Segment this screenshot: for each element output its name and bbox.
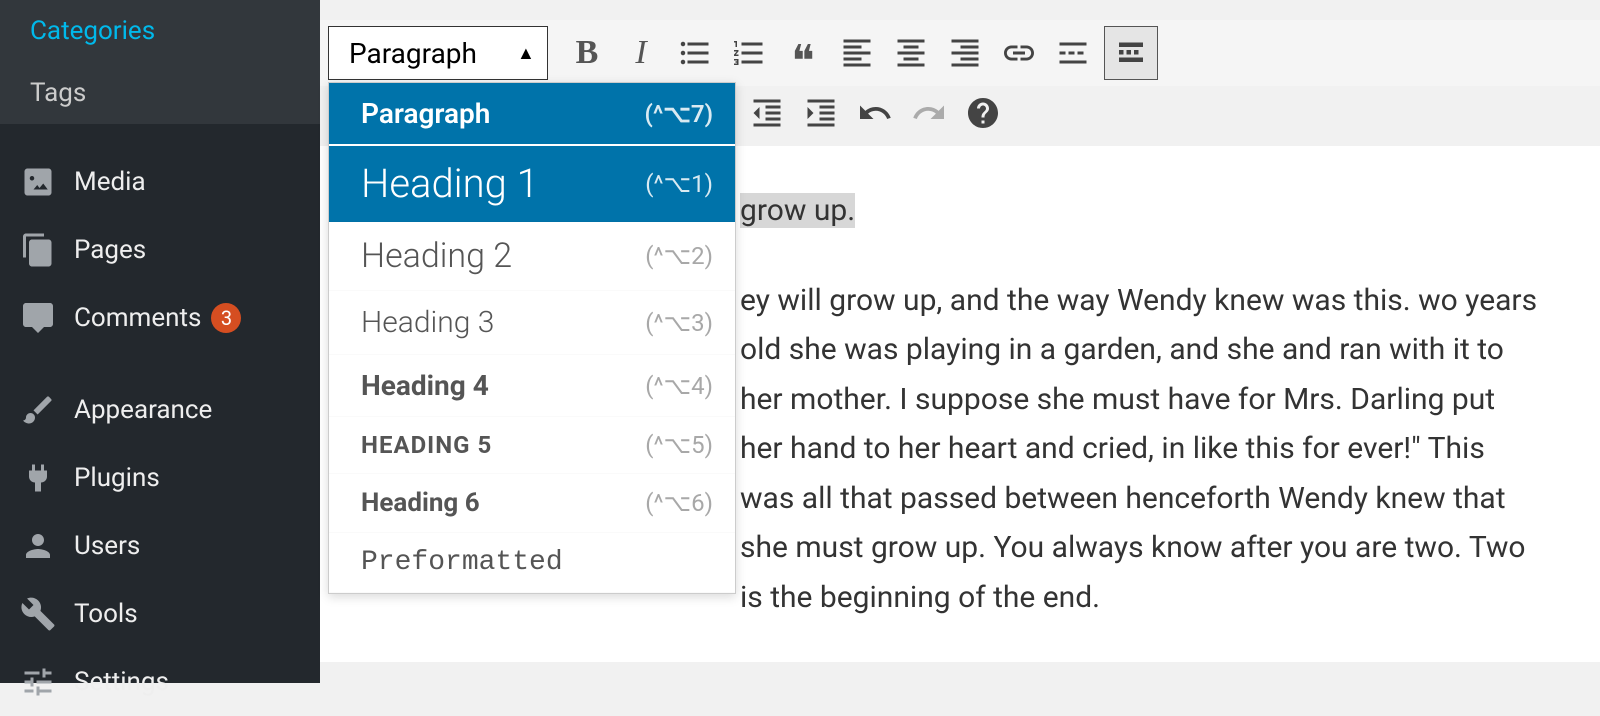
format-option-label: Heading 3 (361, 305, 494, 340)
sidebar-item-media[interactable]: Media (0, 148, 320, 216)
format-option-label: Heading 2 (361, 236, 512, 276)
plugins-icon (20, 460, 56, 496)
sidebar-sub-categories[interactable]: Categories (0, 0, 320, 62)
format-option-shortcut: (^⌥2) (645, 242, 713, 270)
sidebar-item-plugins[interactable]: Plugins (0, 444, 320, 512)
main-area: Paragraph ▲ B I ❝ (320, 0, 1600, 683)
format-option-h6[interactable]: Heading 6 (^⌥6) (329, 474, 735, 533)
align-left-button[interactable] (830, 26, 884, 80)
align-right-button[interactable] (938, 26, 992, 80)
sidebar-item-label: Tools (74, 599, 138, 629)
sidebar-item-label: Appearance (74, 395, 212, 425)
sidebar-item-pages[interactable]: Pages (0, 216, 320, 284)
sidebar-sub-label: Tags (30, 78, 86, 108)
format-option-label: Heading 4 (361, 369, 489, 402)
format-option-label: Paragraph (361, 97, 490, 130)
sidebar-item-label: Plugins (74, 463, 160, 493)
format-option-h3[interactable]: Heading 3 (^⌥3) (329, 291, 735, 355)
format-option-shortcut: (^⌥5) (645, 431, 713, 459)
sidebar-item-label: Users (74, 531, 140, 561)
format-option-shortcut: (^⌥3) (645, 309, 713, 337)
bullet-list-button[interactable] (668, 26, 722, 80)
align-center-button[interactable] (884, 26, 938, 80)
sidebar-sub-label: Categories (30, 16, 155, 46)
dropdown-arrow-icon: ▲ (517, 43, 535, 64)
settings-icon (20, 664, 56, 700)
format-option-h1[interactable]: Heading 1 (^⌥1) (329, 146, 735, 222)
format-option-h2[interactable]: Heading 2 (^⌥2) (329, 222, 735, 291)
redo-button[interactable] (902, 86, 956, 140)
format-dropdown-menu: Paragraph (^⌥7) Heading 1 (^⌥1) Heading 2 (^⌥… (328, 82, 736, 594)
sidebar-item-label: Media (74, 167, 146, 197)
sidebar-item-settings[interactable]: Settings (0, 648, 320, 716)
blockquote-button[interactable]: ❝ (776, 26, 830, 80)
read-more-button[interactable] (1046, 26, 1100, 80)
format-option-h4[interactable]: Heading 4 (^⌥4) (329, 355, 735, 417)
indent-button[interactable] (794, 86, 848, 140)
sidebar-item-appearance[interactable]: Appearance (0, 376, 320, 444)
format-option-label: HEADING 5 (361, 431, 492, 459)
sidebar-item-comments[interactable]: Comments 3 (0, 284, 320, 352)
format-option-label: Preformatted (361, 547, 563, 578)
format-option-shortcut: (^⌥1) (645, 170, 713, 198)
italic-button[interactable]: I (614, 26, 668, 80)
editor-toolbar: Paragraph ▲ B I ❝ (320, 20, 1600, 86)
format-option-label: Heading 1 (361, 160, 539, 207)
format-option-label: Heading 6 (361, 488, 480, 518)
sidebar-item-label: Settings (74, 667, 169, 697)
outdent-button[interactable] (740, 86, 794, 140)
format-selected-label: Paragraph (349, 37, 477, 70)
sidebar-item-label: Pages (74, 235, 146, 265)
format-dropdown-button[interactable]: Paragraph ▲ (328, 26, 548, 80)
appearance-icon (20, 392, 56, 428)
link-button[interactable] (992, 26, 1046, 80)
bold-button[interactable]: B (560, 26, 614, 80)
comments-icon (20, 300, 56, 336)
numbered-list-button[interactable] (722, 26, 776, 80)
format-option-pre[interactable]: Preformatted (329, 533, 735, 593)
sidebar-item-label: Comments (74, 303, 201, 333)
help-button[interactable] (956, 86, 1010, 140)
sidebar-item-users[interactable]: Users (0, 512, 320, 580)
format-option-shortcut: (^⌥7) (644, 100, 713, 128)
format-option-para[interactable]: Paragraph (^⌥7) (329, 83, 735, 146)
format-option-h5[interactable]: HEADING 5 (^⌥5) (329, 417, 735, 474)
comments-badge: 3 (211, 303, 241, 333)
format-option-shortcut: (^⌥6) (645, 489, 713, 517)
pages-icon (20, 232, 56, 268)
sidebar-item-tools[interactable]: Tools (0, 580, 320, 648)
tools-icon (20, 596, 56, 632)
admin-sidebar: Categories Tags Media Pages Comments 3 A… (0, 0, 320, 683)
undo-button[interactable] (848, 86, 902, 140)
sidebar-sub-tags[interactable]: Tags (0, 62, 320, 124)
editor-toolbar-row2 (732, 86, 1600, 146)
users-icon (20, 528, 56, 564)
media-icon (20, 164, 56, 200)
format-option-shortcut: (^⌥4) (645, 372, 713, 400)
toolbar-toggle-button[interactable] (1104, 26, 1158, 80)
